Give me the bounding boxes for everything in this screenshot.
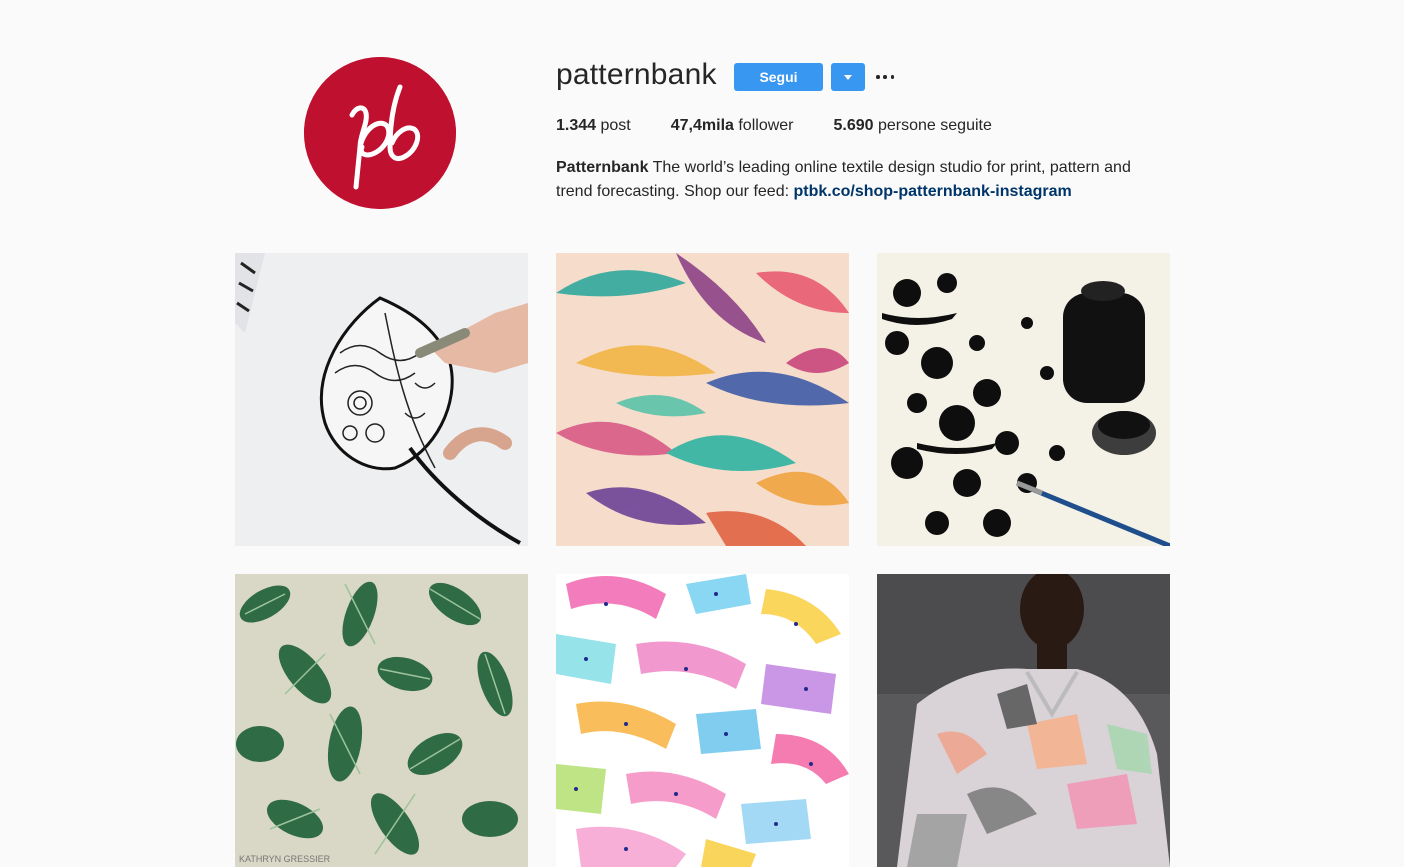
- profile-stats: 1.344 post 47,4mila follower 5.690 perso…: [556, 117, 1032, 135]
- profile-avatar[interactable]: [304, 57, 456, 209]
- stat-value: 1.344: [556, 117, 597, 134]
- ink-leaf-drawing-image: [235, 253, 528, 546]
- post-thumbnail[interactable]: [556, 253, 849, 546]
- stat-value: 47,4mila: [670, 117, 734, 134]
- floral-ink-painting-image: [877, 253, 1170, 546]
- more-options-icon[interactable]: [876, 68, 894, 86]
- post-thumbnail[interactable]: [877, 574, 1170, 867]
- stat-value: 5.690: [833, 117, 874, 134]
- bio-link[interactable]: ptbk.co/shop-patternbank-instagram: [794, 183, 1072, 200]
- stat-label: post: [600, 117, 631, 134]
- tropical-leaves-pattern-image: KATHRYN GRESSIER: [235, 574, 528, 867]
- posts-count: 1.344 post: [556, 117, 631, 135]
- followers-count[interactable]: 47,4mila follower: [671, 117, 794, 135]
- watercolor-leaves-image: [556, 253, 849, 546]
- bio-name: Patternbank: [556, 159, 649, 176]
- chevron-down-icon: [844, 75, 852, 80]
- post-thumbnail[interactable]: [235, 253, 528, 546]
- model-printed-coat-image: [877, 574, 1170, 867]
- profile-username: patternbank: [556, 58, 717, 91]
- following-count[interactable]: 5.690 persone seguite: [834, 117, 992, 135]
- signature-text: KATHRYN GRESSIER: [239, 854, 331, 864]
- profile-bio: Patternbank The world’s leading online t…: [556, 156, 1156, 204]
- stat-label: persone seguite: [878, 117, 992, 134]
- suggestions-dropdown-button[interactable]: [831, 63, 865, 91]
- stat-label: follower: [738, 117, 794, 134]
- post-thumbnail[interactable]: KATHRYN GRESSIER: [235, 574, 528, 867]
- patternbank-logo: [304, 57, 456, 209]
- post-thumbnail[interactable]: [556, 574, 849, 867]
- brush-stroke-pattern-image: [556, 574, 849, 867]
- post-thumbnail[interactable]: [877, 253, 1170, 546]
- follow-button[interactable]: Segui: [734, 63, 823, 91]
